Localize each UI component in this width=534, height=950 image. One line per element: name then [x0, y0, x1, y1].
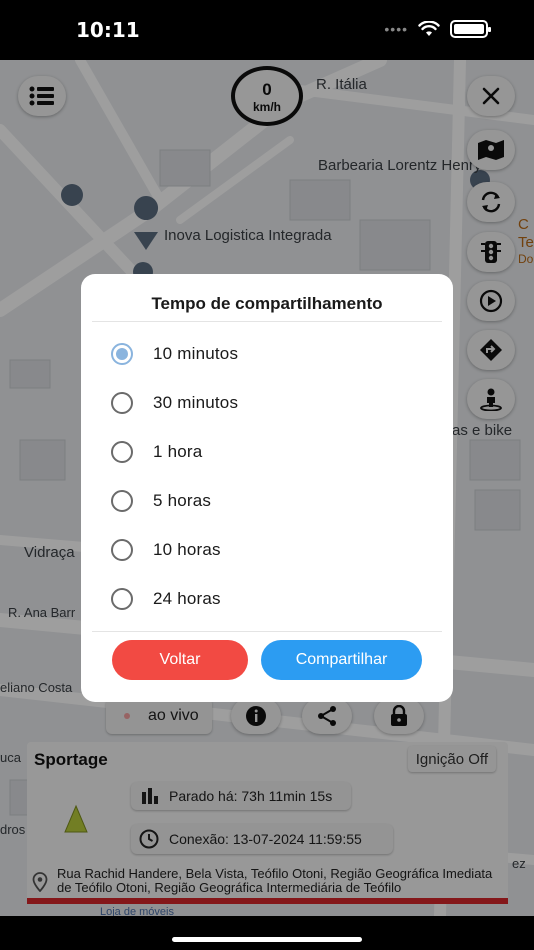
- option-label: 5 horas: [153, 491, 212, 510]
- wifi-icon: [418, 21, 440, 36]
- status-time: 10:11: [76, 18, 140, 42]
- option-label: 1 hora: [153, 442, 203, 461]
- back-button[interactable]: Voltar: [112, 640, 248, 680]
- radio-icon[interactable]: [111, 441, 133, 463]
- option-30-minutos[interactable]: 30 minutos: [111, 388, 431, 418]
- radio-selected-icon[interactable]: [111, 343, 133, 365]
- signal-icon: ••••: [384, 21, 408, 37]
- option-label: 10 minutos: [153, 344, 239, 363]
- option-label: 24 horas: [153, 589, 221, 608]
- dialog-title: Tempo de compartilhamento: [151, 294, 383, 313]
- battery-icon: [450, 20, 491, 38]
- radio-icon[interactable]: [111, 392, 133, 414]
- dialog-divider-top: [92, 321, 442, 322]
- option-24-horas[interactable]: 24 horas: [111, 584, 431, 614]
- share-confirm-button[interactable]: Compartilhar: [261, 640, 422, 680]
- option-1-hora[interactable]: 1 hora: [111, 437, 431, 467]
- radio-icon[interactable]: [111, 588, 133, 610]
- status-icons: ••••: [384, 20, 491, 38]
- radio-icon[interactable]: [111, 490, 133, 512]
- option-10-horas[interactable]: 10 horas: [111, 535, 431, 565]
- home-bar-area: [0, 916, 534, 950]
- share-duration-dialog: Tempo de compartilhamento 10 minutos 30 …: [81, 274, 453, 702]
- status-bar: 10:11 ••••: [0, 0, 534, 60]
- option-label: 30 minutos: [153, 393, 239, 412]
- option-label: 10 horas: [153, 540, 221, 559]
- dialog-divider-bottom: [92, 631, 442, 632]
- home-indicator[interactable]: [172, 937, 362, 942]
- option-10-minutos[interactable]: 10 minutos: [111, 339, 431, 369]
- option-5-horas[interactable]: 5 horas: [111, 486, 431, 516]
- radio-icon[interactable]: [111, 539, 133, 561]
